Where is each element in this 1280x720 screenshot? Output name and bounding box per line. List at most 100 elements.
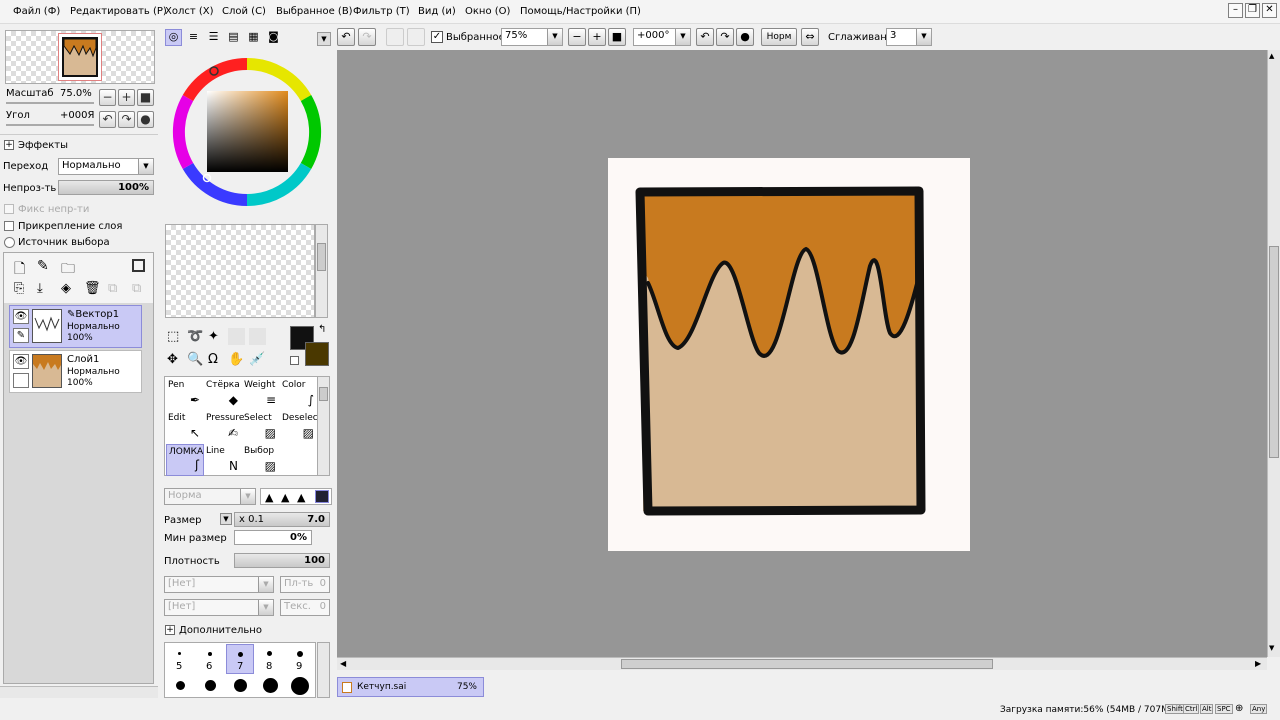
tool-choice[interactable]: Выбор ▨ bbox=[242, 444, 280, 476]
tool-color[interactable]: Color ∫ bbox=[280, 378, 318, 410]
transparent-color-icon[interactable] bbox=[290, 356, 299, 365]
menu-file[interactable]: Файл (Ф) bbox=[13, 6, 60, 17]
clip-layer-checkbox[interactable] bbox=[4, 221, 14, 231]
blend-mode-select[interactable]: Нормально ▼ bbox=[58, 158, 154, 175]
smoothing-select[interactable]: 3 ▼ bbox=[886, 28, 932, 46]
swap-colors-icon[interactable]: ↰ bbox=[318, 324, 326, 335]
clear-layer-icon[interactable]: ◈ bbox=[61, 281, 71, 296]
new-folder-icon[interactable]: 🗀 bbox=[61, 258, 75, 282]
canvas-viewport[interactable] bbox=[337, 50, 1267, 657]
size-preset-8[interactable]: 8 bbox=[256, 644, 284, 674]
brush-shape-4-icon[interactable] bbox=[315, 490, 329, 503]
size-slider[interactable]: x 0.1 7.0 bbox=[234, 512, 330, 527]
rotate-right-button[interactable]: ↷ bbox=[716, 28, 734, 46]
scratchpad[interactable] bbox=[165, 224, 315, 318]
eyedropper-icon[interactable]: 💉 bbox=[249, 352, 265, 367]
rotate-left-button[interactable]: ↶ bbox=[99, 111, 116, 128]
selection-source-radio[interactable] bbox=[4, 237, 15, 248]
lock-toggle[interactable] bbox=[13, 373, 29, 388]
color-wheel[interactable] bbox=[172, 53, 322, 218]
size-preset-large-dot[interactable] bbox=[291, 677, 309, 695]
size-range-dropdown[interactable]: ▼ bbox=[220, 513, 232, 525]
eye-icon[interactable]: 👁 bbox=[13, 309, 29, 324]
scroll-thumb[interactable] bbox=[621, 659, 993, 669]
size-preset-large-dot[interactable] bbox=[176, 681, 185, 690]
layers-hscroll[interactable] bbox=[0, 686, 158, 698]
close-button[interactable]: ✕ bbox=[1262, 3, 1277, 18]
size-preset-large-dot[interactable] bbox=[234, 679, 247, 692]
scroll-thumb[interactable] bbox=[317, 243, 326, 271]
marquee-icon[interactable]: ⬚ bbox=[167, 329, 179, 344]
scale-slider[interactable] bbox=[6, 102, 94, 104]
min-size-slider[interactable]: 0% bbox=[234, 530, 312, 545]
scroll-right-icon[interactable]: ▶ bbox=[1255, 659, 1261, 668]
opacity-slider[interactable]: 100% bbox=[58, 180, 154, 195]
layer-row-layer1[interactable]: 👁 Слой1 Нормально 100% bbox=[9, 350, 142, 393]
rotate-right-button[interactable]: ↷ bbox=[118, 111, 135, 128]
rotate-left-button[interactable]: ↶ bbox=[696, 28, 714, 46]
scroll-left-icon[interactable]: ◀ bbox=[340, 659, 346, 668]
zoom-in-button[interactable]: + bbox=[588, 28, 606, 46]
view-mode-button[interactable]: Норм bbox=[761, 28, 797, 46]
size-preset-large-dot[interactable] bbox=[205, 680, 216, 691]
size-preset-6[interactable]: 6 bbox=[196, 644, 224, 674]
zoom-reset-button[interactable]: ■ bbox=[608, 28, 626, 46]
canvas-hscroll[interactable]: ◀ ▶ bbox=[337, 657, 1267, 670]
rotate-reset-button[interactable]: ● bbox=[736, 28, 754, 46]
brush-shape-1-icon[interactable]: ▲ bbox=[265, 491, 273, 504]
new-layer-icon[interactable]: 🗋 bbox=[14, 258, 25, 282]
size-preset-9[interactable]: 9 bbox=[286, 644, 314, 674]
menu-help[interactable]: Помощь/Настройки (П) bbox=[520, 6, 641, 17]
angle-select[interactable]: +000° ▼ bbox=[633, 28, 691, 46]
canvas-vscroll[interactable]: ▲ ▼ bbox=[1267, 50, 1280, 657]
move-icon[interactable]: ✥ bbox=[167, 352, 178, 367]
hand-icon[interactable]: ✋ bbox=[228, 352, 244, 367]
advanced-expand-icon[interactable]: + bbox=[165, 625, 175, 635]
layer-row-vector1[interactable]: 👁 ✎ ✎Вектор1 Нормально 100% bbox=[9, 305, 142, 348]
tool-weight[interactable]: Weight ≡ bbox=[242, 378, 280, 410]
brush-shape-3-icon[interactable]: ▲ bbox=[297, 491, 305, 504]
color-mixer-tab[interactable]: ▤ bbox=[225, 29, 242, 46]
secondary-color-swatch[interactable] bbox=[305, 342, 329, 366]
restore-button[interactable]: ❐ bbox=[1245, 3, 1260, 18]
tool-select[interactable]: Select ▨ bbox=[242, 411, 280, 443]
scroll-thumb[interactable] bbox=[319, 387, 328, 401]
tool-grid-scrollbar[interactable] bbox=[317, 376, 330, 476]
menu-edit[interactable]: Редактировать (Р) bbox=[70, 6, 167, 17]
magic-wand-icon[interactable]: ✦ bbox=[208, 329, 219, 344]
texture-2-strength[interactable]: Текс. 0 bbox=[280, 599, 330, 616]
size-preset-large-dot[interactable] bbox=[263, 678, 278, 693]
deselect-button[interactable] bbox=[386, 28, 404, 46]
tool-deselect[interactable]: Deselect ▨ bbox=[280, 411, 321, 443]
zoom-in-button[interactable]: + bbox=[118, 89, 135, 106]
color-wheel-tab[interactable]: ◎ bbox=[165, 29, 182, 46]
eye-icon[interactable]: 👁 bbox=[13, 354, 29, 369]
menu-view[interactable]: Вид (и) bbox=[418, 6, 456, 17]
document-tab[interactable]: Кетчуп.sai 75% bbox=[337, 677, 484, 697]
tool-line[interactable]: Line N bbox=[204, 444, 242, 476]
zoom-out-button[interactable]: − bbox=[99, 89, 116, 106]
new-vector-layer-icon[interactable]: ✎ bbox=[37, 258, 49, 274]
navigator-preview[interactable] bbox=[5, 30, 155, 84]
hsv-slider-tab[interactable]: ☰ bbox=[205, 29, 222, 46]
fix-opacity-checkbox[interactable] bbox=[4, 204, 14, 214]
texture-1-strength[interactable]: Пл-ть 0 bbox=[280, 576, 330, 593]
tool-pen[interactable]: Pen ✒ bbox=[166, 378, 204, 410]
menu-window[interactable]: Окно (О) bbox=[465, 6, 510, 17]
angle-slider[interactable] bbox=[6, 124, 94, 126]
undo-button[interactable]: ↶ bbox=[337, 28, 355, 46]
tool-eraser[interactable]: Стёрка ◆ bbox=[204, 378, 242, 410]
scratchpad-scrollbar[interactable] bbox=[315, 224, 328, 318]
menu-canvas[interactable]: Холст (Х) bbox=[165, 6, 214, 17]
redo-button[interactable]: ↷ bbox=[358, 28, 376, 46]
density-slider[interactable]: 100 bbox=[234, 553, 330, 568]
scratchpad-tab[interactable]: ◙ bbox=[265, 29, 282, 46]
rgb-slider-tab[interactable]: ≡ bbox=[185, 29, 202, 46]
size-preset-7[interactable]: 7 bbox=[226, 644, 254, 674]
merge-down-icon[interactable]: ⤓ bbox=[37, 281, 43, 296]
invert-selection-button[interactable] bbox=[407, 28, 425, 46]
lasso-icon[interactable]: ➰ bbox=[187, 329, 203, 344]
presets-scrollbar[interactable] bbox=[317, 642, 330, 698]
minimize-button[interactable]: – bbox=[1228, 3, 1243, 18]
panel-menu-icon[interactable]: ▼ bbox=[317, 32, 331, 46]
